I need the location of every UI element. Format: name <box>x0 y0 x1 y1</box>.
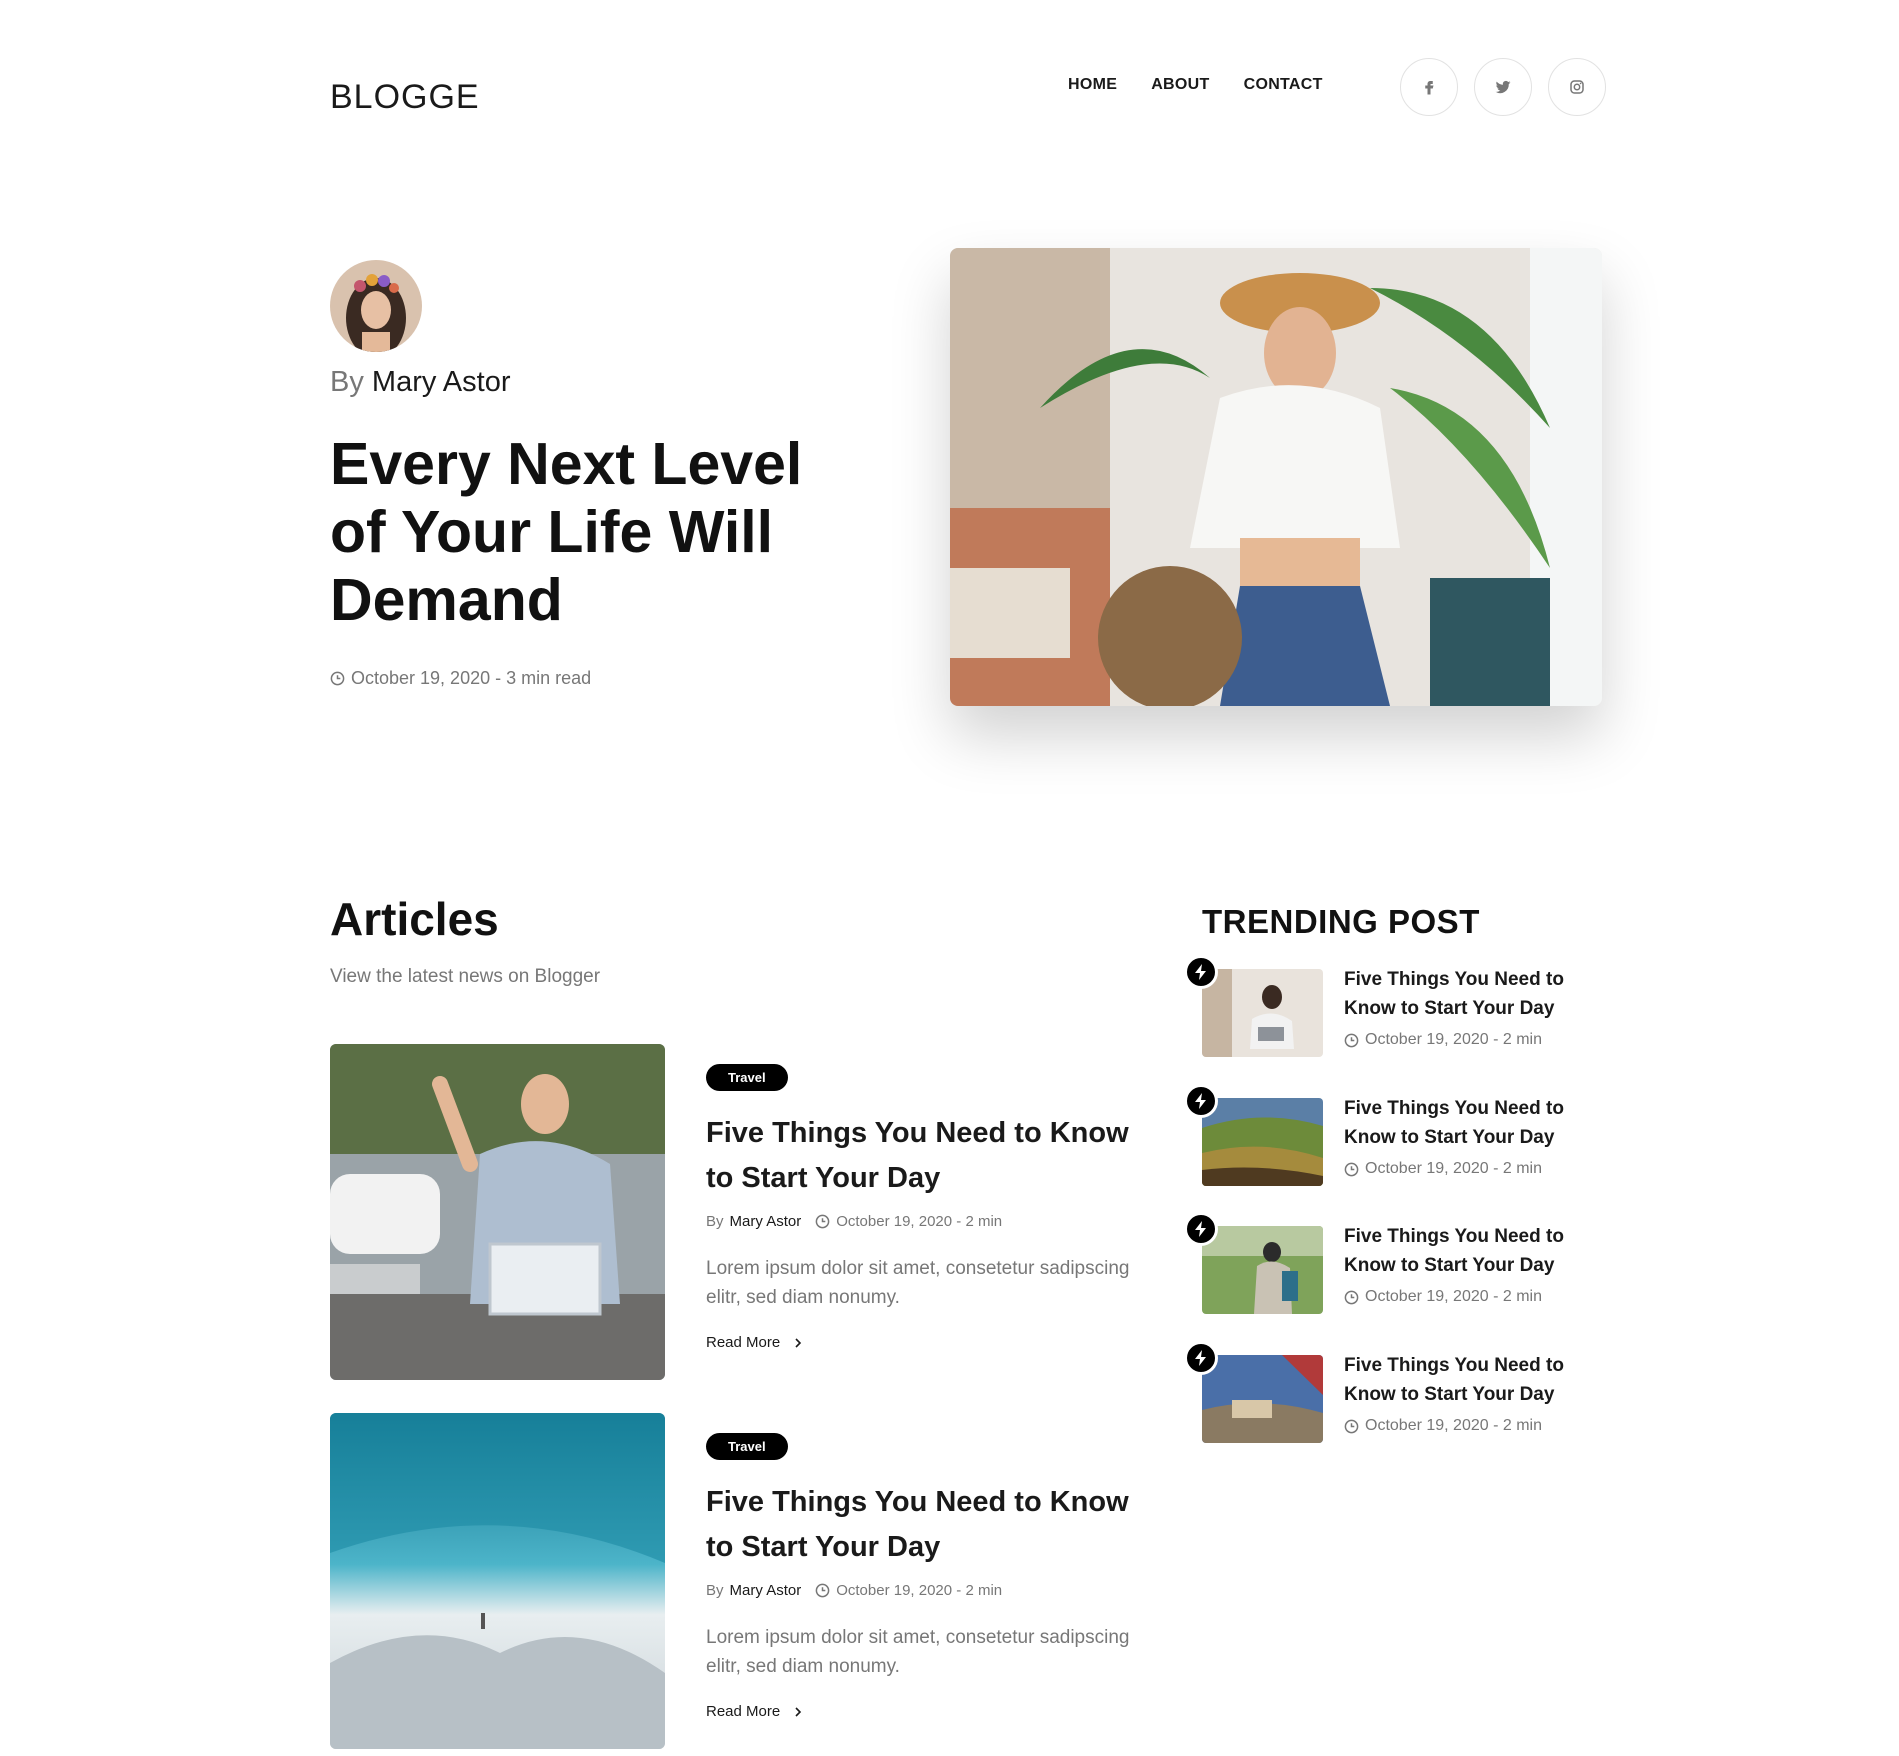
clock-icon <box>1344 1290 1359 1304</box>
trending-meta: October 19, 2020 - 2 min <box>1344 1031 1584 1049</box>
trending-date: October 19, 2020 - 2 min <box>1365 1160 1542 1177</box>
trending-image[interactable] <box>1202 1098 1323 1186</box>
lightning-icon <box>1184 1212 1218 1246</box>
clock-icon <box>815 1214 830 1229</box>
article-card: Travel Five Things You Need to Know to S… <box>330 1044 1140 1380</box>
social-links <box>1400 58 1606 116</box>
trending-meta: October 19, 2020 - 2 min <box>1344 1288 1584 1306</box>
article-card: Travel Five Things You Need to Know to S… <box>330 1413 1140 1749</box>
article-meta: By Mary Astor October 19, 2020 - 2 min <box>706 1213 1146 1230</box>
article-meta: By Mary Astor October 19, 2020 - 2 min <box>706 1582 1146 1599</box>
trending-image[interactable] <box>1202 969 1323 1057</box>
chevron-right-icon <box>795 1337 802 1348</box>
article-author[interactable]: Mary Astor <box>730 1213 802 1230</box>
lightning-icon <box>1184 955 1218 989</box>
trending-meta: October 19, 2020 - 2 min <box>1344 1417 1584 1435</box>
twitter-button[interactable] <box>1474 58 1532 116</box>
instagram-button[interactable] <box>1548 58 1606 116</box>
article-author[interactable]: Mary Astor <box>730 1582 802 1599</box>
hero-title[interactable]: Every Next Level of Your Life Will Deman… <box>330 430 830 634</box>
trending-date: October 19, 2020 - 2 min <box>1365 1031 1542 1048</box>
nav-home[interactable]: HOME <box>1068 76 1117 94</box>
article-date: October 19, 2020 - 2 min <box>836 1213 1003 1230</box>
article-excerpt: Lorem ipsum dolor sit amet, consetetur s… <box>706 1627 1130 1677</box>
trending-post-title[interactable]: Five Things You Need to Know to Start Yo… <box>1344 1351 1584 1409</box>
nav-about[interactable]: ABOUT <box>1151 76 1209 94</box>
trending-image[interactable] <box>1202 1355 1323 1443</box>
trending-post-title[interactable]: Five Things You Need to Know to Start Yo… <box>1344 965 1584 1023</box>
article-image[interactable] <box>330 1413 665 1749</box>
article-date: October 19, 2020 - 2 min <box>836 1582 1003 1599</box>
article-title[interactable]: Five Things You Need to Know to Start Yo… <box>706 1111 1146 1201</box>
twitter-icon <box>1495 80 1511 94</box>
read-more-link[interactable]: Read More <box>706 1334 1146 1351</box>
clock-icon <box>1344 1419 1359 1433</box>
trending-text: Five Things You Need to Know to Start Yo… <box>1344 1094 1584 1178</box>
hero-meta-text: October 19, 2020 - 3 min read <box>351 668 592 688</box>
facebook-icon <box>1425 81 1434 95</box>
read-more-label: Read More <box>706 1703 781 1720</box>
trending-post-title[interactable]: Five Things You Need to Know to Start Yo… <box>1344 1222 1584 1280</box>
byline-prefix: By <box>330 366 364 398</box>
article-body: Travel Five Things You Need to Know to S… <box>706 1064 1146 1351</box>
trending-item[interactable]: Five Things You Need to Know to Start Yo… <box>1184 955 1604 1065</box>
article-excerpt: Lorem ipsum dolor sit amet, consetetur s… <box>706 1258 1130 1308</box>
trending-date: October 19, 2020 - 2 min <box>1365 1417 1542 1434</box>
trending-text: Five Things You Need to Know to Start Yo… <box>1344 1222 1584 1306</box>
hero-meta: October 19, 2020 - 3 min read <box>330 668 591 689</box>
trending-title: TRENDING POST <box>1202 903 1480 940</box>
facebook-button[interactable] <box>1400 58 1458 116</box>
trending-item[interactable]: Five Things You Need to Know to Start Yo… <box>1184 1341 1604 1451</box>
article-title[interactable]: Five Things You Need to Know to Start Yo… <box>706 1480 1146 1570</box>
chevron-right-icon <box>795 1706 802 1717</box>
instagram-icon <box>1570 80 1584 94</box>
trending-date: October 19, 2020 - 2 min <box>1365 1288 1542 1305</box>
site-logo[interactable]: BLOGGE <box>330 78 480 117</box>
article-tag[interactable]: Travel <box>706 1433 788 1460</box>
read-more-link[interactable]: Read More <box>706 1703 1146 1720</box>
articles-subtitle: View the latest news on Blogger <box>330 966 601 987</box>
clock-icon <box>330 671 345 686</box>
hero-byline: By Mary Astor <box>330 366 511 399</box>
trending-item[interactable]: Five Things You Need to Know to Start Yo… <box>1184 1084 1604 1194</box>
read-more-label: Read More <box>706 1334 781 1351</box>
hero-author[interactable]: Mary Astor <box>372 366 511 398</box>
trending-text: Five Things You Need to Know to Start Yo… <box>1344 965 1584 1049</box>
author-avatar[interactable] <box>330 260 422 352</box>
byline-prefix: By <box>706 1213 724 1230</box>
hero-image[interactable] <box>950 248 1602 706</box>
main-nav: HOME ABOUT CONTACT <box>1068 76 1323 94</box>
byline-prefix: By <box>706 1582 724 1599</box>
article-image[interactable] <box>330 1044 665 1380</box>
lightning-icon <box>1184 1084 1218 1118</box>
trending-item[interactable]: Five Things You Need to Know to Start Yo… <box>1184 1212 1604 1322</box>
clock-icon <box>815 1583 830 1598</box>
trending-text: Five Things You Need to Know to Start Yo… <box>1344 1351 1584 1435</box>
trending-post-title[interactable]: Five Things You Need to Know to Start Yo… <box>1344 1094 1584 1152</box>
article-body: Travel Five Things You Need to Know to S… <box>706 1433 1146 1720</box>
trending-meta: October 19, 2020 - 2 min <box>1344 1160 1584 1178</box>
articles-title: Articles <box>330 893 499 945</box>
clock-icon <box>1344 1162 1359 1176</box>
article-tag[interactable]: Travel <box>706 1064 788 1091</box>
lightning-icon <box>1184 1341 1218 1375</box>
nav-contact[interactable]: CONTACT <box>1244 76 1323 94</box>
trending-image[interactable] <box>1202 1226 1323 1314</box>
clock-icon <box>1344 1033 1359 1047</box>
